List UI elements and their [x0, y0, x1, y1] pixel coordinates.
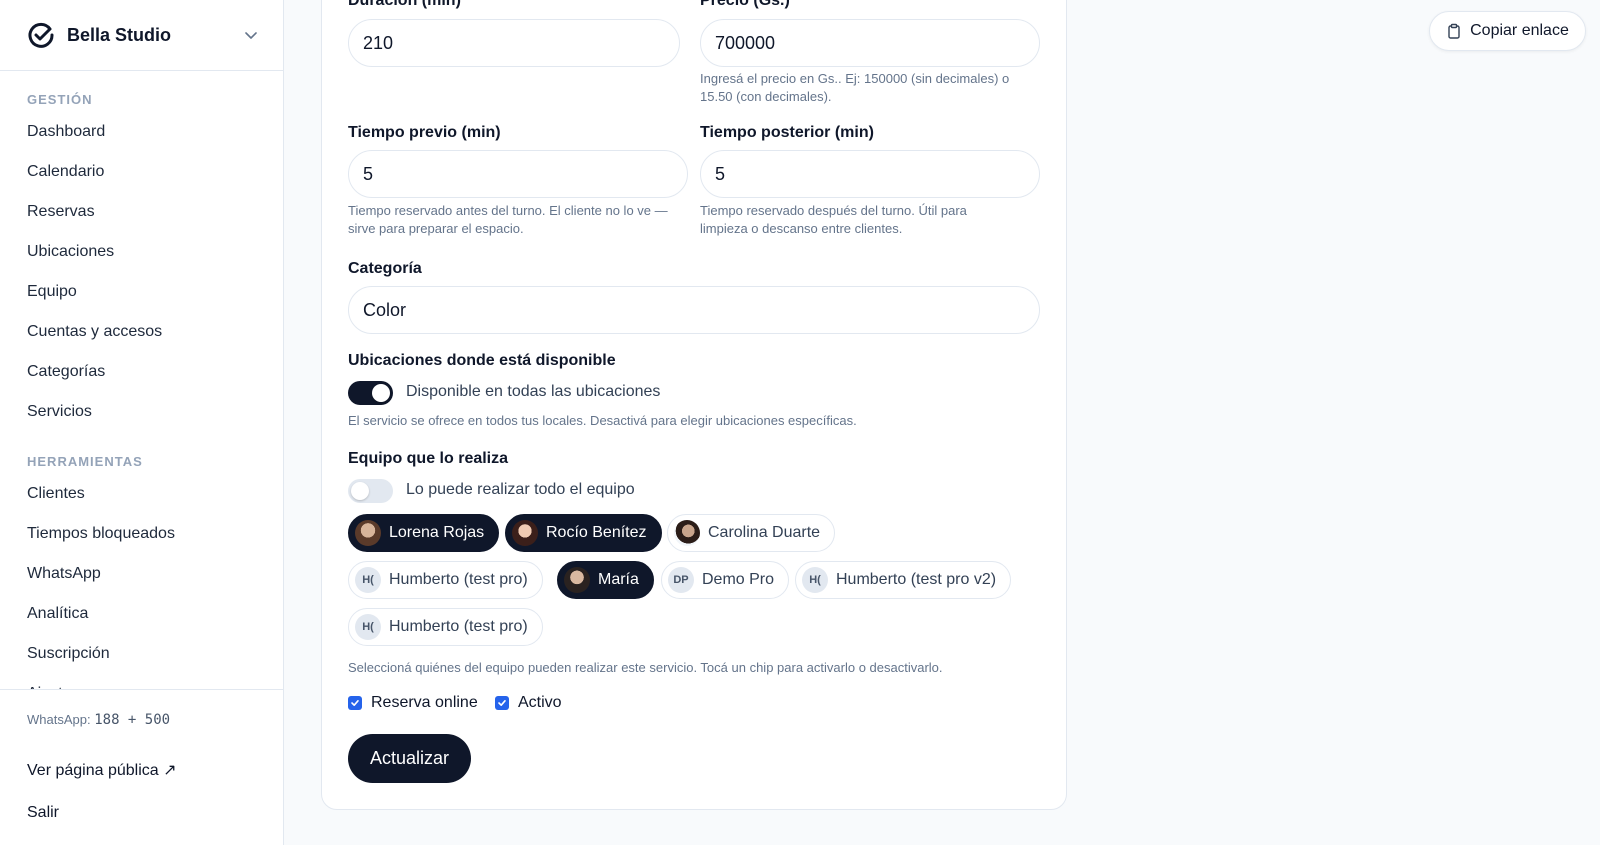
- sidebar-item-blocked-times[interactable]: Tiempos bloqueados: [0, 514, 283, 554]
- team-chip-humberto-test-pro[interactable]: H( Humberto (test pro): [348, 561, 543, 599]
- copy-link-label: Copiar enlace: [1470, 22, 1569, 39]
- sidebar-item-clients[interactable]: Clientes: [0, 474, 283, 514]
- price-help: Ingresá el precio en Gs.. Ej: 150000 (si…: [700, 71, 1010, 104]
- sidebar-item-locations[interactable]: Ubicaciones: [0, 232, 283, 272]
- active-label: Activo: [518, 694, 562, 711]
- category-label: Categoría: [348, 260, 422, 277]
- team-chip-label: Rocío Benítez: [546, 524, 647, 541]
- sidebar-item-categories[interactable]: Categorías: [0, 352, 283, 392]
- after-time-input[interactable]: 5: [700, 150, 1040, 198]
- online-booking-label: Reserva online: [371, 694, 478, 711]
- team-chip-label: María: [598, 571, 639, 588]
- sidebar-item-analytics[interactable]: Analítica: [0, 594, 283, 634]
- locations-help: El servicio se ofrece en todos tus local…: [348, 413, 857, 428]
- team-chip-label: Carolina Duarte: [708, 524, 821, 541]
- sidebar-item-settings[interactable]: Ajustes: [0, 674, 283, 689]
- team-chip-label: Demo Pro: [702, 571, 775, 588]
- public-page-link[interactable]: Ver página pública ↗: [27, 760, 177, 780]
- team-chip-carolina[interactable]: Carolina Duarte: [667, 514, 836, 552]
- before-time-help: Tiempo reservado antes del turno. El cli…: [348, 203, 668, 236]
- logout-link[interactable]: Salir: [27, 804, 59, 822]
- nav-section-tools: HERRAMIENTAS: [27, 454, 143, 469]
- sidebar-item-bookings[interactable]: Reservas: [0, 192, 283, 232]
- duration-input[interactable]: 210: [348, 19, 680, 67]
- team-chip-humberto-test-pro-2[interactable]: H( Humberto (test pro): [348, 608, 543, 646]
- team-label: Equipo que lo realiza: [348, 450, 509, 467]
- locations-label: Ubicaciones donde está disponible: [348, 352, 616, 369]
- before-time-input[interactable]: 5: [348, 150, 688, 198]
- brand-name: Bella Studio: [67, 24, 172, 45]
- whatsapp-quota-label: WhatsApp:: [27, 712, 91, 727]
- checkbox-checked-icon: [348, 696, 362, 710]
- team-chip-label: Lorena Rojas: [389, 524, 485, 541]
- price-input[interactable]: 700000: [700, 19, 1040, 67]
- chevron-down-icon: [245, 32, 257, 39]
- brand-switcher[interactable]: Bella Studio: [0, 0, 283, 71]
- whatsapp-quota: WhatsApp: 188 + 500: [27, 712, 170, 728]
- team-help: Seleccioná quiénes del equipo pueden rea…: [348, 660, 943, 675]
- sidebar-item-dashboard[interactable]: Dashboard: [0, 112, 283, 152]
- locations-toggle-label: Disponible en todas las ubicaciones: [406, 383, 661, 400]
- team-chip-rocio[interactable]: Rocío Benítez: [505, 514, 662, 552]
- team-chip-maria[interactable]: María: [557, 561, 654, 599]
- sidebar-nav: GESTIÓN Dashboard Calendario Reservas Ub…: [0, 71, 283, 689]
- sidebar-item-accounts[interactable]: Cuentas y accesos: [0, 312, 283, 352]
- locations-toggle[interactable]: [348, 381, 393, 405]
- after-time-help: Tiempo reservado después del turno. Útil…: [700, 203, 967, 236]
- online-booking-checkbox[interactable]: Reserva online: [348, 694, 478, 712]
- avatar: H(: [355, 567, 381, 593]
- avatar: [512, 520, 538, 546]
- sidebar-item-services[interactable]: Servicios: [0, 392, 283, 432]
- active-checkbox[interactable]: Activo: [495, 694, 562, 712]
- after-time-label: Tiempo posterior (min): [700, 124, 874, 141]
- avatar: [564, 567, 590, 593]
- category-select[interactable]: Color: [348, 286, 1040, 334]
- before-time-label: Tiempo previo (min): [348, 124, 501, 141]
- team-chip-lorena[interactable]: Lorena Rojas: [348, 514, 500, 552]
- price-label: Precio (Gs.): [700, 0, 790, 9]
- copy-link-button[interactable]: Copiar enlace: [1429, 11, 1586, 51]
- team-chip-label: Humberto (test pro): [389, 618, 528, 635]
- sidebar-item-subscription[interactable]: Suscripción: [0, 634, 283, 674]
- service-form-card: Duración (min) 210 Precio (Gs.) 700000 I…: [321, 0, 1067, 810]
- team-chip-humberto-test-pro-v2[interactable]: H( Humberto (test pro v2): [795, 561, 1012, 599]
- avatar: DP: [668, 567, 694, 593]
- team-toggle-label: Lo puede realizar todo el equipo: [406, 481, 635, 498]
- brand-logo-icon: [28, 22, 54, 48]
- clipboard-icon: [1448, 23, 1460, 39]
- avatar: [355, 520, 381, 546]
- team-toggle[interactable]: [348, 479, 393, 503]
- update-button[interactable]: Actualizar: [348, 734, 471, 783]
- sidebar-item-team[interactable]: Equipo: [0, 272, 283, 312]
- sidebar-item-whatsapp[interactable]: WhatsApp: [0, 554, 283, 594]
- avatar: [674, 520, 700, 546]
- sidebar-footer: WhatsApp: 188 + 500 Ver página pública ↗…: [0, 689, 283, 845]
- whatsapp-quota-value: 188 + 500: [94, 712, 171, 728]
- nav-section-management: GESTIÓN: [27, 92, 93, 107]
- avatar: H(: [802, 567, 828, 593]
- checkbox-checked-icon: [495, 696, 509, 710]
- team-chip-label: Humberto (test pro v2): [836, 571, 997, 588]
- avatar: H(: [355, 614, 381, 640]
- sidebar-item-calendar[interactable]: Calendario: [0, 152, 283, 192]
- team-chip-demo-pro[interactable]: DP Demo Pro: [661, 561, 790, 599]
- team-chip-label: Humberto (test pro): [389, 571, 528, 588]
- sidebar: Bella Studio GESTIÓN Dashboard Calendari…: [0, 0, 284, 845]
- duration-label: Duración (min): [348, 0, 461, 9]
